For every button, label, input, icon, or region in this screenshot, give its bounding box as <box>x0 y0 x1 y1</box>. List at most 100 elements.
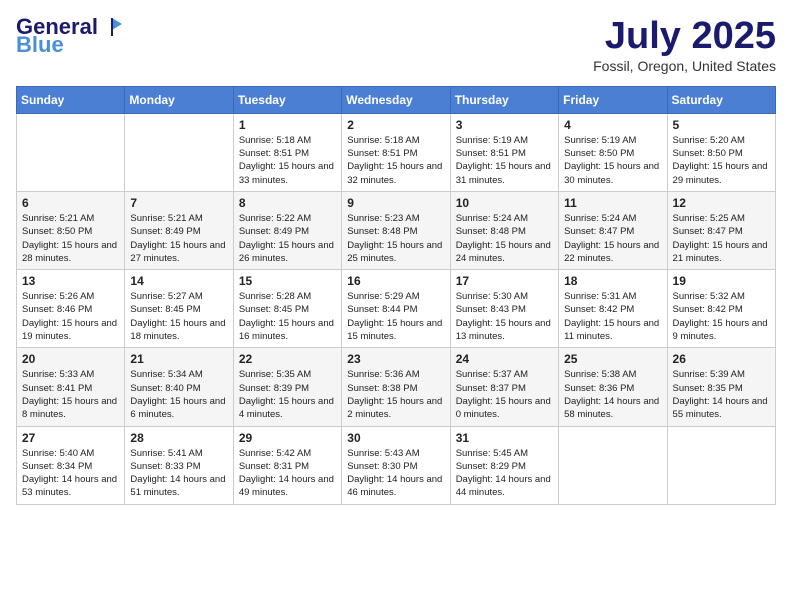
calendar-cell: 28 Sunrise: 5:41 AMSunset: 8:33 PMDayligh… <box>125 426 233 504</box>
day-of-week-header: Saturday <box>667 86 775 113</box>
logo-blue-text: Blue <box>16 34 64 56</box>
calendar-cell <box>17 113 125 191</box>
cell-info: Sunrise: 5:30 AMSunset: 8:43 PMDaylight:… <box>456 290 553 343</box>
calendar-cell: 25Sunrise: 5:38 AMSunset: 8:36 PMDayligh… <box>559 348 667 426</box>
day-number: 12 <box>673 196 770 210</box>
calendar-cell: 13Sunrise: 5:26 AMSunset: 8:46 PMDayligh… <box>17 270 125 348</box>
calendar-header-row: SundayMondayTuesdayWednesdayThursdayFrid… <box>17 86 776 113</box>
day-number: 18 <box>564 274 661 288</box>
calendar-week-row: 13Sunrise: 5:26 AMSunset: 8:46 PMDayligh… <box>17 270 776 348</box>
cell-info: Sunrise: 5:36 AMSunset: 8:38 PMDaylight:… <box>347 368 444 421</box>
logo: General Blue <box>16 16 124 56</box>
calendar-week-row: 1 Sunrise: 5:18 AMSunset: 8:51 PMDaylight… <box>17 113 776 191</box>
location-subtitle: Fossil, Oregon, United States <box>593 58 776 74</box>
calendar-cell: 1 Sunrise: 5:18 AMSunset: 8:51 PMDaylight… <box>233 113 341 191</box>
calendar-cell <box>559 426 667 504</box>
cell-info: Sunrise: 5:24 AMSunset: 8:47 PMDaylight:… <box>564 212 661 265</box>
calendar-cell: 22Sunrise: 5:35 AMSunset: 8:39 PMDayligh… <box>233 348 341 426</box>
cell-info: Sunrise: 5:24 AMSunset: 8:48 PMDaylight:… <box>456 212 553 265</box>
calendar-cell: 19 Sunrise: 5:32 AMSunset: 8:42 PMDayligh… <box>667 270 775 348</box>
cell-info: Sunrise: 5:20 AMSunset: 8:50 PMDaylight:… <box>673 134 770 187</box>
day-number: 20 <box>22 352 119 366</box>
cell-info: Sunrise: 5:41 AMSunset: 8:33 PMDaylight:… <box>130 447 227 500</box>
cell-info: Sunrise: 5:19 AMSunset: 8:50 PMDaylight:… <box>564 134 661 187</box>
cell-info: Sunrise: 5:19 AMSunset: 8:51 PMDaylight:… <box>456 134 553 187</box>
logo-flag-icon <box>102 16 124 38</box>
calendar-cell: 16Sunrise: 5:29 AMSunset: 8:44 PMDayligh… <box>342 270 450 348</box>
cell-info: Sunrise: 5:31 AMSunset: 8:42 PMDaylight:… <box>564 290 661 343</box>
day-number: 5 <box>673 118 770 132</box>
day-number: 9 <box>347 196 444 210</box>
calendar-table: SundayMondayTuesdayWednesdayThursdayFrid… <box>16 86 776 505</box>
day-of-week-header: Sunday <box>17 86 125 113</box>
calendar-cell <box>667 426 775 504</box>
calendar-cell: 8 Sunrise: 5:22 AMSunset: 8:49 PMDaylight… <box>233 191 341 269</box>
day-number: 24 <box>456 352 553 366</box>
day-number: 14 <box>130 274 227 288</box>
day-of-week-header: Wednesday <box>342 86 450 113</box>
calendar-cell: 14 Sunrise: 5:27 AMSunset: 8:45 PMDayligh… <box>125 270 233 348</box>
day-number: 15 <box>239 274 336 288</box>
calendar-cell: 11Sunrise: 5:24 AMSunset: 8:47 PMDayligh… <box>559 191 667 269</box>
cell-info: Sunrise: 5:18 AMSunset: 8:51 PMDaylight:… <box>239 134 336 187</box>
calendar-cell: 20 Sunrise: 5:33 AMSunset: 8:41 PMDayligh… <box>17 348 125 426</box>
calendar-cell: 2Sunrise: 5:18 AMSunset: 8:51 PMDaylight… <box>342 113 450 191</box>
calendar-cell: 10 Sunrise: 5:24 AMSunset: 8:48 PMDayligh… <box>450 191 558 269</box>
calendar-week-row: 20 Sunrise: 5:33 AMSunset: 8:41 PMDayligh… <box>17 348 776 426</box>
title-block: July 2025 Fossil, Oregon, United States <box>593 16 776 74</box>
day-of-week-header: Tuesday <box>233 86 341 113</box>
cell-info: Sunrise: 5:21 AMSunset: 8:49 PMDaylight:… <box>130 212 227 265</box>
day-of-week-header: Thursday <box>450 86 558 113</box>
day-number: 3 <box>456 118 553 132</box>
calendar-cell: 17 Sunrise: 5:30 AMSunset: 8:43 PMDayligh… <box>450 270 558 348</box>
day-of-week-header: Friday <box>559 86 667 113</box>
calendar-cell: 15 Sunrise: 5:28 AMSunset: 8:45 PMDayligh… <box>233 270 341 348</box>
month-title: July 2025 <box>593 16 776 58</box>
calendar-cell: 3 Sunrise: 5:19 AMSunset: 8:51 PMDaylight… <box>450 113 558 191</box>
page-header: General Blue July 2025 Fossil, Oregon, U… <box>16 16 776 74</box>
cell-info: Sunrise: 5:33 AMSunset: 8:41 PMDaylight:… <box>22 368 119 421</box>
day-number: 16 <box>347 274 444 288</box>
cell-info: Sunrise: 5:27 AMSunset: 8:45 PMDaylight:… <box>130 290 227 343</box>
calendar-cell <box>125 113 233 191</box>
calendar-cell: 6Sunrise: 5:21 AMSunset: 8:50 PMDaylight… <box>17 191 125 269</box>
cell-info: Sunrise: 5:40 AMSunset: 8:34 PMDaylight:… <box>22 447 119 500</box>
day-number: 7 <box>130 196 227 210</box>
day-number: 26 <box>673 352 770 366</box>
cell-info: Sunrise: 5:35 AMSunset: 8:39 PMDaylight:… <box>239 368 336 421</box>
cell-info: Sunrise: 5:23 AMSunset: 8:48 PMDaylight:… <box>347 212 444 265</box>
calendar-cell: 29Sunrise: 5:42 AMSunset: 8:31 PMDayligh… <box>233 426 341 504</box>
calendar-cell: 30Sunrise: 5:43 AMSunset: 8:30 PMDayligh… <box>342 426 450 504</box>
day-number: 31 <box>456 431 553 445</box>
calendar-cell: 31Sunrise: 5:45 AMSunset: 8:29 PMDayligh… <box>450 426 558 504</box>
calendar-cell: 21 Sunrise: 5:34 AMSunset: 8:40 PMDayligh… <box>125 348 233 426</box>
calendar-cell: 12Sunrise: 5:25 AMSunset: 8:47 PMDayligh… <box>667 191 775 269</box>
calendar-cell: 24Sunrise: 5:37 AMSunset: 8:37 PMDayligh… <box>450 348 558 426</box>
day-number: 28 <box>130 431 227 445</box>
day-number: 1 <box>239 118 336 132</box>
day-number: 6 <box>22 196 119 210</box>
cell-info: Sunrise: 5:34 AMSunset: 8:40 PMDaylight:… <box>130 368 227 421</box>
cell-info: Sunrise: 5:38 AMSunset: 8:36 PMDaylight:… <box>564 368 661 421</box>
cell-info: Sunrise: 5:28 AMSunset: 8:45 PMDaylight:… <box>239 290 336 343</box>
day-number: 17 <box>456 274 553 288</box>
day-number: 8 <box>239 196 336 210</box>
day-number: 21 <box>130 352 227 366</box>
day-number: 2 <box>347 118 444 132</box>
calendar-cell: 7 Sunrise: 5:21 AMSunset: 8:49 PMDaylight… <box>125 191 233 269</box>
day-number: 19 <box>673 274 770 288</box>
day-number: 23 <box>347 352 444 366</box>
cell-info: Sunrise: 5:32 AMSunset: 8:42 PMDaylight:… <box>673 290 770 343</box>
calendar-cell: 26 Sunrise: 5:39 AMSunset: 8:35 PMDayligh… <box>667 348 775 426</box>
calendar-cell: 5 Sunrise: 5:20 AMSunset: 8:50 PMDaylight… <box>667 113 775 191</box>
day-number: 27 <box>22 431 119 445</box>
calendar-cell: 4Sunrise: 5:19 AMSunset: 8:50 PMDaylight… <box>559 113 667 191</box>
calendar-cell: 23 Sunrise: 5:36 AMSunset: 8:38 PMDayligh… <box>342 348 450 426</box>
cell-info: Sunrise: 5:42 AMSunset: 8:31 PMDaylight:… <box>239 447 336 500</box>
cell-info: Sunrise: 5:39 AMSunset: 8:35 PMDaylight:… <box>673 368 770 421</box>
calendar-week-row: 27 Sunrise: 5:40 AMSunset: 8:34 PMDayligh… <box>17 426 776 504</box>
calendar-cell: 9 Sunrise: 5:23 AMSunset: 8:48 PMDaylight… <box>342 191 450 269</box>
cell-info: Sunrise: 5:22 AMSunset: 8:49 PMDaylight:… <box>239 212 336 265</box>
cell-info: Sunrise: 5:26 AMSunset: 8:46 PMDaylight:… <box>22 290 119 343</box>
day-number: 10 <box>456 196 553 210</box>
